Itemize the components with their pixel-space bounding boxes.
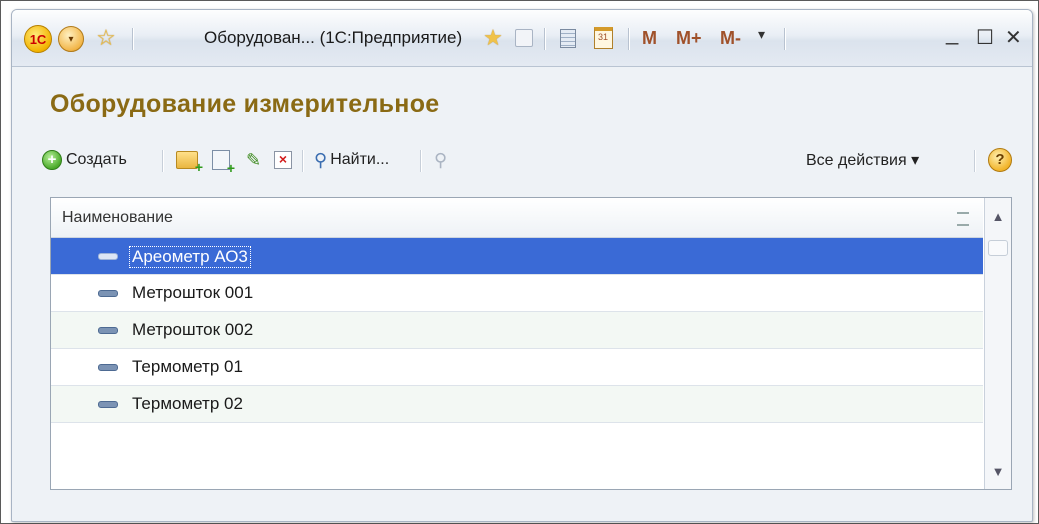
favorites-star-icon[interactable]: ☆ [92, 24, 120, 52]
logo-text: 1С [29, 31, 47, 47]
row-name: Термометр 02 [132, 394, 243, 413]
plus-circle-icon: + [42, 150, 62, 170]
table-row[interactable]: Метрошток 002 [51, 312, 983, 349]
pencil-icon: ✎ [246, 149, 262, 170]
item-icon [98, 401, 118, 408]
item-icon [98, 327, 118, 334]
all-actions-label: Все действия ▾ [806, 152, 920, 169]
row-name: Метрошток 001 [132, 283, 254, 302]
command-bar: + Создать ✎ × ⚲ Найти... ⚲ Все действия … [42, 144, 1022, 178]
edit-button[interactable]: ✎ [246, 144, 261, 176]
scroll-up-arrow-icon[interactable]: ▲ [985, 204, 1011, 230]
row-name: Термометр 01 [132, 357, 243, 376]
item-icon [98, 364, 118, 371]
delete-button[interactable]: × [274, 144, 292, 176]
catalog-list: Наименование Ареометр АО3 Метрошток 001 … [50, 197, 1012, 490]
table-row[interactable]: Термометр 01 [51, 349, 983, 386]
all-actions-menu[interactable]: Все действия ▾ [806, 144, 919, 176]
add-favorites-star-icon[interactable]: ★ [479, 24, 507, 52]
magnifier-icon: ⚲ [314, 149, 328, 170]
toolbar-separator [420, 150, 422, 172]
toolbar-separator [974, 150, 976, 172]
title-separator [544, 28, 546, 50]
maximize-button[interactable]: ☐ [976, 25, 994, 50]
cancel-search-icon: ⚲ [434, 149, 448, 170]
app-window: 1С ▾ ☆ Оборудован... (1С:Предприятие) ★ … [11, 9, 1033, 522]
memory-button[interactable]: M [642, 28, 657, 49]
item-icon [98, 253, 118, 260]
item-icon [98, 290, 118, 297]
table-body: Ареометр АО3 Метрошток 001 Метрошток 002… [51, 238, 983, 423]
page-title: Оборудование измерительное [50, 90, 440, 118]
memory-plus-button[interactable]: M+ [676, 28, 702, 49]
history-icon[interactable] [512, 24, 536, 52]
sort-icon[interactable] [957, 212, 969, 226]
memory-minus-button[interactable]: M- [720, 28, 741, 49]
title-separator [132, 28, 134, 50]
folder-add-icon [176, 151, 203, 175]
table-header: Наименование [51, 198, 983, 238]
window-title: Оборудован... (1С:Предприятие) [204, 28, 463, 47]
main-menu-button[interactable]: ▾ [58, 26, 84, 52]
close-button[interactable]: ✕ [1005, 25, 1022, 50]
1c-logo-icon[interactable]: 1С [24, 25, 52, 53]
screenshot-frame: 1С ▾ ☆ Оборудован... (1С:Предприятие) ★ … [0, 0, 1039, 524]
toolbar-separator [302, 150, 304, 172]
row-name: Метрошток 002 [132, 320, 254, 339]
chevron-down-icon: ▾ [68, 33, 74, 45]
scroll-thumb[interactable] [988, 240, 1008, 256]
calculator-icon[interactable] [556, 24, 580, 52]
delete-x-icon: × [274, 151, 292, 169]
create-button[interactable]: + Создать [42, 144, 127, 176]
help-button[interactable]: ? [988, 144, 1012, 176]
row-name: Ареометр АО3 [129, 246, 251, 268]
find-button[interactable]: ⚲ Найти... [314, 144, 389, 176]
create-group-button[interactable] [176, 144, 203, 176]
column-header-name[interactable]: Наименование [62, 209, 173, 227]
table-row[interactable]: Ареометр АО3 [51, 238, 983, 275]
cancel-search-button[interactable]: ⚲ [434, 144, 447, 176]
copy-button[interactable] [212, 144, 235, 176]
title-separator [784, 28, 786, 50]
scroll-down-arrow-icon[interactable]: ▼ [985, 459, 1011, 485]
find-button-label: Найти... [330, 151, 390, 168]
create-button-label: Создать [66, 151, 127, 168]
vertical-scrollbar[interactable]: ▲ ▼ [984, 198, 1011, 489]
minimize-button[interactable]: _ [946, 20, 958, 46]
title-separator [628, 28, 630, 50]
table-row[interactable]: Термометр 02 [51, 386, 983, 423]
copy-add-icon [212, 150, 235, 176]
dropdown-arrow-icon[interactable]: ▾ [758, 26, 765, 43]
toolbar-separator [162, 150, 164, 172]
table-row[interactable]: Метрошток 001 [51, 275, 983, 312]
title-bar: 1С ▾ ☆ Оборудован... (1С:Предприятие) ★ … [12, 10, 1032, 67]
calendar-icon[interactable]: 31 [590, 24, 616, 52]
help-icon: ? [988, 148, 1012, 172]
